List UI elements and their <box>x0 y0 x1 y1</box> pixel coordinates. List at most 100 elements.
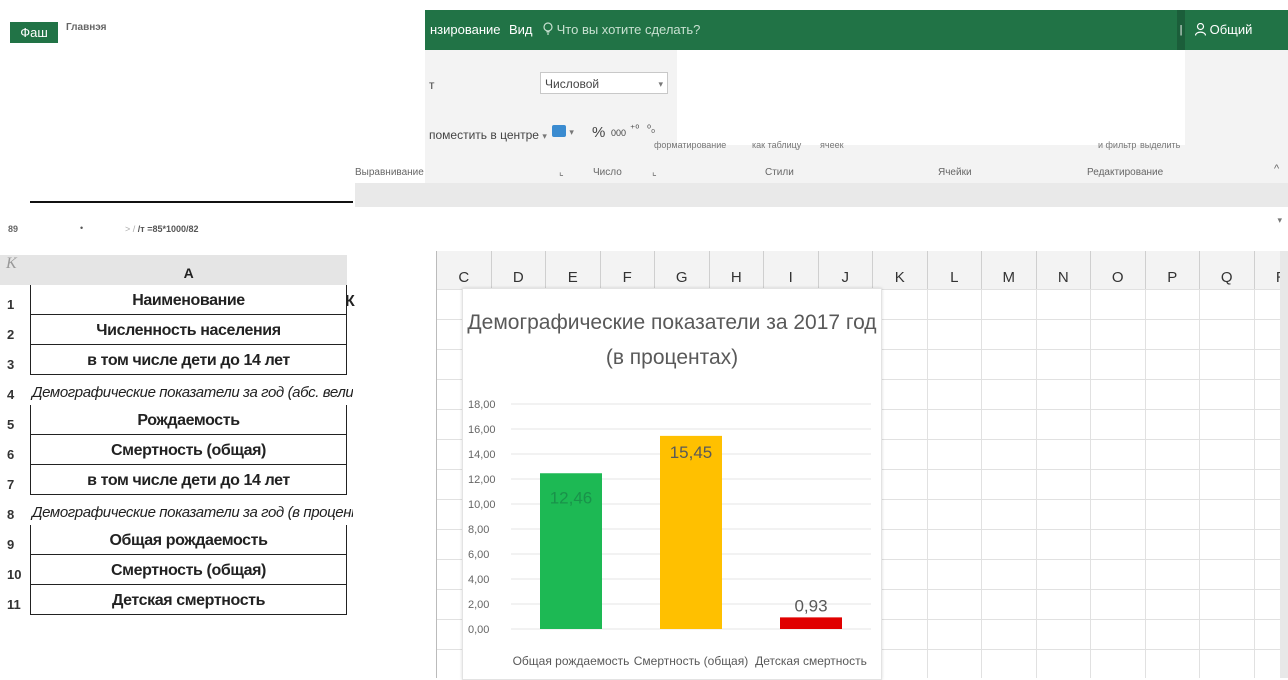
cell-a5[interactable]: Рождаемость <box>30 405 347 435</box>
dialog-launcher-icon[interactable]: ⌞ <box>559 167 564 178</box>
tell-me-search[interactable]: Что вы хотите сделать? <box>543 22 700 37</box>
cell-a3[interactable]: в том числе дети до 14 лет <box>30 345 347 375</box>
home-tab[interactable]: Главнэя <box>66 22 107 33</box>
currency-format-button[interactable]: ▾ <box>552 124 574 138</box>
group-number-label: Число <box>593 167 622 178</box>
tab-review[interactable]: нзирование <box>430 22 501 37</box>
row-header-edge <box>430 251 437 678</box>
table-row: 6Смертность (общая) <box>0 435 353 465</box>
formula-input[interactable]: > / /т =85*1000/82 <box>125 224 199 234</box>
select-all-corner[interactable]: К <box>0 255 30 285</box>
tab-view[interactable]: Вид <box>509 22 533 37</box>
row-number[interactable]: 7 <box>0 465 30 495</box>
column-header-c[interactable]: C <box>436 251 491 289</box>
column-header-j[interactable]: J <box>818 251 873 289</box>
chevron-down-icon: ▾ <box>569 127 574 137</box>
table-row: 2Численность населения <box>0 315 353 345</box>
data-label: 0,93 <box>794 596 827 615</box>
cell-a6[interactable]: Смертность (общая) <box>30 435 347 465</box>
column-header-n[interactable]: N <box>1036 251 1091 289</box>
y-tick-label: 2,00 <box>468 599 489 611</box>
row-number[interactable]: 9 <box>0 525 30 555</box>
row-number[interactable]: 8 <box>0 495 30 525</box>
column-header-p[interactable]: P <box>1145 251 1200 289</box>
formula-text: /т =85*1000/82 <box>138 224 199 234</box>
find-select-partial[interactable]: выделить <box>1140 140 1180 150</box>
cell-a10[interactable]: Смертность (общая) <box>30 555 347 585</box>
cell-a8[interactable]: Демографические показатели за год (в про… <box>30 495 353 525</box>
cell-a11[interactable]: Детская смертность <box>30 585 347 615</box>
group-cells-label: Ячейки <box>938 167 972 178</box>
column-header-row: К A <box>0 255 353 285</box>
chart-area[interactable]: Демографические показатели за 2017 год (… <box>462 288 882 680</box>
collapse-ribbon-icon[interactable]: ^ <box>1274 163 1279 175</box>
row-number[interactable]: 5 <box>0 405 30 435</box>
group-styles-label: Стили <box>765 167 794 178</box>
y-tick-label: 12,00 <box>468 474 496 486</box>
cell-a1[interactable]: Наименование <box>30 285 347 315</box>
row-number[interactable]: 1 <box>0 285 30 315</box>
column-header-f[interactable]: F <box>600 251 655 289</box>
row-number[interactable]: 10 <box>0 555 30 585</box>
percent-button[interactable]: % <box>592 124 605 141</box>
cell-a2[interactable]: Численность населения <box>30 315 347 345</box>
vertical-scrollbar[interactable] <box>1280 251 1288 678</box>
cond-format-partial[interactable]: форматирование <box>654 140 726 150</box>
person-icon <box>1195 23 1206 36</box>
chevron-down-icon: ▾ <box>658 73 663 95</box>
align-partial: т <box>429 78 435 92</box>
x-category-label: Общая рождаемость <box>513 654 630 668</box>
row-number[interactable]: 2 <box>0 315 30 345</box>
column-header-d[interactable]: D <box>491 251 546 289</box>
column-header-i[interactable]: I <box>763 251 818 289</box>
cell-b1-overflow[interactable]: К <box>345 293 355 311</box>
column-header-h[interactable]: H <box>709 251 764 289</box>
share-separator: | <box>1177 10 1185 50</box>
table-format-partial[interactable]: как таблицу <box>752 140 801 150</box>
name-box[interactable]: 89 <box>8 224 18 234</box>
cell-a9[interactable]: Общая рождаемость <box>30 525 347 555</box>
dialog-launcher-icon[interactable]: ⌞ <box>652 167 657 178</box>
chart-plot: 0,002,004,006,008,0010,0012,0014,0016,00… <box>463 289 881 679</box>
merge-center-button[interactable]: поместить в центре ▾ <box>429 128 547 142</box>
y-tick-label: 10,00 <box>468 499 496 511</box>
decrease-decimal-icon[interactable]: ⁰₀ <box>647 124 655 135</box>
increase-decimal-icon[interactable]: ⁺⁰ <box>630 124 639 135</box>
row-number[interactable]: 4 <box>0 375 30 405</box>
cell-a4[interactable]: Демографические показатели за год (абс. … <box>30 375 353 405</box>
y-tick-label: 16,00 <box>468 424 496 436</box>
x-category-label: Смертность (общая) <box>634 654 748 668</box>
share-button[interactable]: Общий доступ <box>1185 10 1288 50</box>
row-number[interactable]: 11 <box>0 585 30 615</box>
lightbulb-icon <box>543 22 553 36</box>
data-label: 15,45 <box>670 443 713 462</box>
column-header-l[interactable]: L <box>927 251 982 289</box>
column-header-a[interactable]: A <box>30 255 347 285</box>
table-row: 7в том числе дети до 14 лет <box>0 465 353 495</box>
cell-a7[interactable]: в том числе дети до 14 лет <box>30 465 347 495</box>
file-tab[interactable]: Фаш <box>10 22 58 43</box>
ribbon-occluded-area <box>677 50 1185 145</box>
column-header-m[interactable]: M <box>981 251 1036 289</box>
table-row: 10Смертность (общая) <box>0 555 353 585</box>
column-header-q[interactable]: Q <box>1199 251 1254 289</box>
number-format-dropdown[interactable]: Числовой ▾ <box>540 72 668 94</box>
cell-styles-partial[interactable]: ячеек <box>820 140 844 150</box>
column-header-k[interactable]: K <box>872 251 927 289</box>
column-header-o[interactable]: O <box>1090 251 1145 289</box>
x-category-label: Детская смертность <box>755 654 867 668</box>
row-number[interactable]: 6 <box>0 435 30 465</box>
y-tick-label: 14,00 <box>468 449 496 461</box>
formula-bar: 89 • > / /т =85*1000/82 <box>0 219 353 241</box>
y-tick-label: 8,00 <box>468 524 489 536</box>
formula-arrow: > / <box>125 224 135 234</box>
column-header-e[interactable]: E <box>545 251 600 289</box>
ribbon-tab-bar: нзирование Вид Что вы хотите сделать? <box>425 10 1288 50</box>
row-number[interactable]: 3 <box>0 345 30 375</box>
thousands-button[interactable]: 000 <box>611 128 626 138</box>
expand-formula-icon[interactable]: ▾ <box>1277 215 1282 226</box>
column-header-g[interactable]: G <box>654 251 709 289</box>
sort-filter-partial[interactable]: и фильтр <box>1098 140 1136 150</box>
ribbon-bottom-bar <box>355 183 1288 207</box>
table-row: 1НаименованиеК <box>0 285 353 315</box>
